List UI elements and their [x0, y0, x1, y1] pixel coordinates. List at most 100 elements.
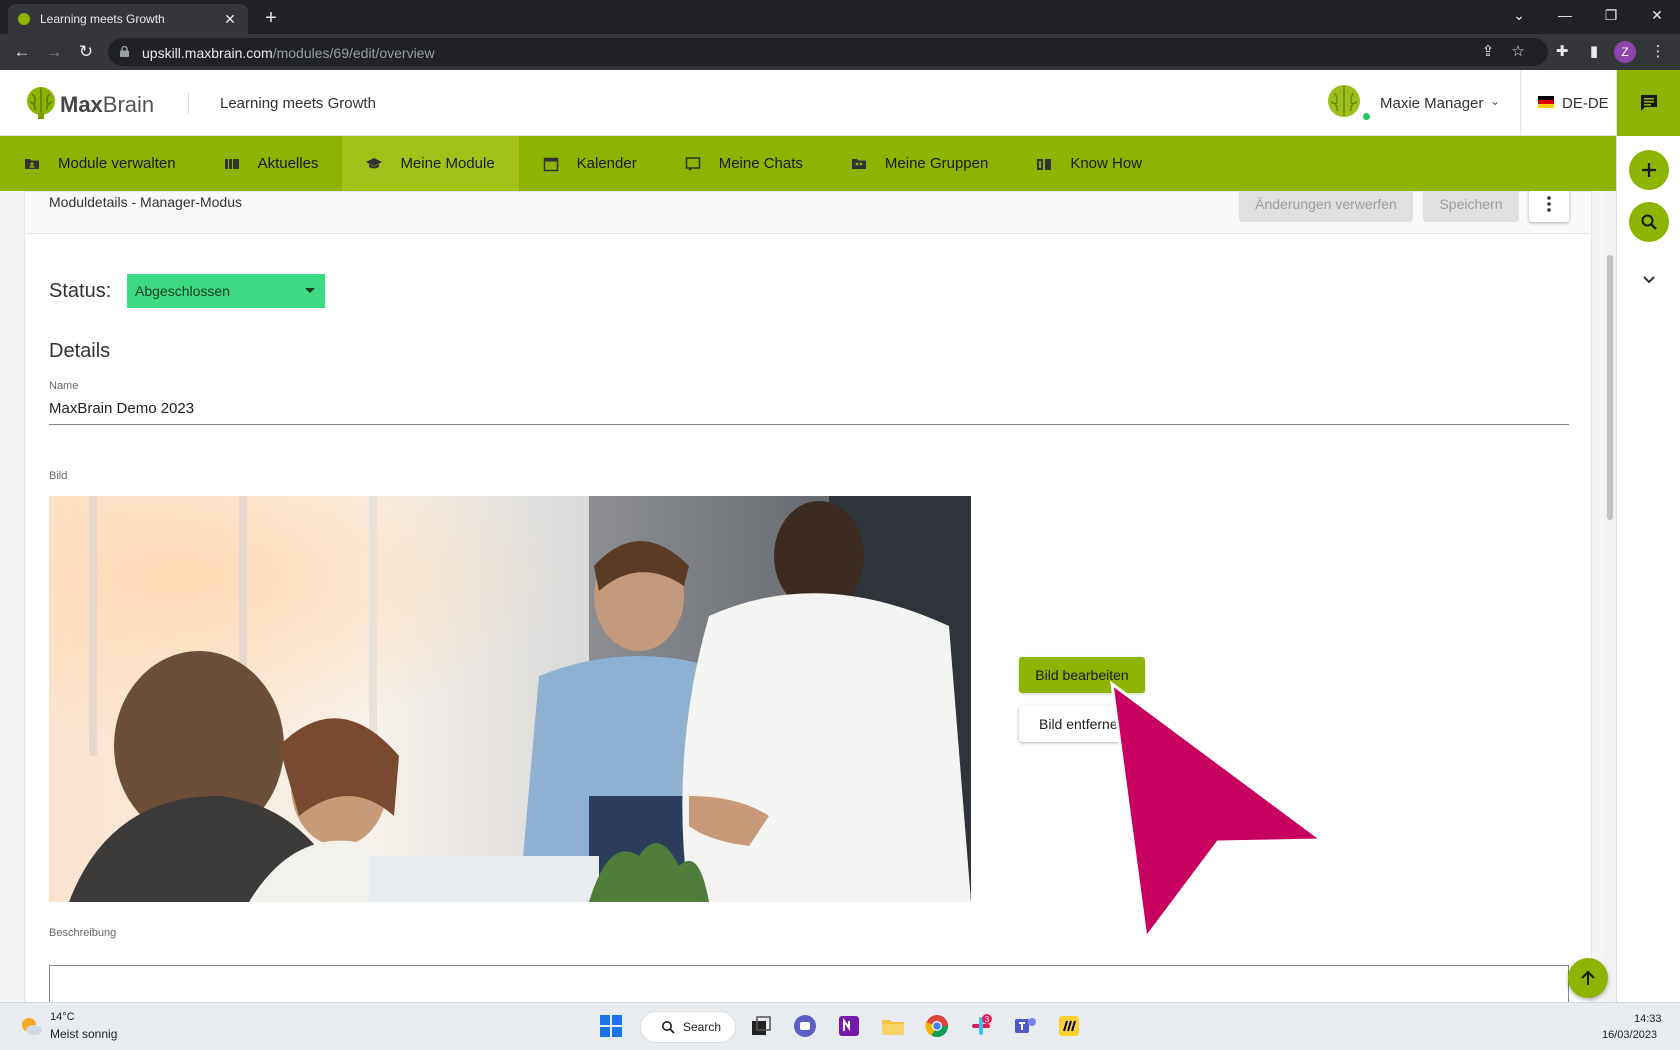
header-divider — [188, 92, 189, 114]
page-scrollbar-thumb[interactable] — [1607, 255, 1613, 520]
windows-taskbar: 14°C Meist sonnig Search 3 14:33 16/03/2… — [0, 1002, 1680, 1050]
share-icon[interactable]: ⇪ — [1478, 42, 1498, 62]
lock-icon — [120, 46, 129, 57]
chat-bubble-icon — [1641, 95, 1657, 111]
file-explorer-icon[interactable] — [880, 1013, 906, 1039]
reload-icon[interactable]: ↻ — [74, 40, 98, 64]
teams-chat-icon[interactable] — [792, 1013, 818, 1039]
nav-item-label: Meine Module — [400, 155, 495, 172]
close-tab-icon[interactable]: ✕ — [222, 11, 238, 28]
weather-description: Meist sonnig — [50, 1027, 118, 1041]
module-cover-image — [49, 496, 971, 902]
slack-icon[interactable]: 3 — [968, 1013, 994, 1039]
chevron-down-icon[interactable] — [1639, 270, 1659, 290]
scroll-to-top-button[interactable] — [1568, 958, 1608, 998]
status-value: Abgeschlossen — [135, 283, 230, 299]
language-selector[interactable]: DE-DE — [1562, 95, 1609, 112]
onenote-icon[interactable] — [836, 1013, 862, 1039]
image-field-label: Bild — [49, 470, 68, 482]
newspaper-icon — [224, 158, 239, 169]
main-navigation: Module verwalten Aktuelles Meine Module … — [0, 136, 1616, 191]
user-avatar[interactable] — [1326, 84, 1362, 122]
logo-text: MaxBrain — [60, 92, 155, 117]
browser-menu-icon[interactable]: ⋮ — [1648, 42, 1668, 62]
card-title: Moduldetails - Manager-Modus — [49, 194, 242, 210]
nav-item-module-verwalten[interactable]: Module verwalten — [0, 136, 200, 191]
nav-item-meine-gruppen[interactable]: Meine Gruppen — [827, 136, 1012, 191]
name-input-underline — [49, 424, 1569, 425]
module-details-card: Moduldetails - Manager-Modus Änderungen … — [24, 191, 1592, 1002]
nav-item-label: Meine Chats — [718, 155, 803, 172]
tab-search-icon[interactable]: ⌄ — [1496, 0, 1542, 30]
language-divider — [1520, 70, 1521, 136]
card-header: Moduldetails - Manager-Modus Änderungen … — [25, 191, 1591, 234]
tab-title: Learning meets Growth — [40, 12, 165, 26]
chat-toggle-button[interactable] — [1617, 70, 1680, 136]
forward-icon[interactable]: → — [42, 40, 66, 64]
description-field-label: Beschreibung — [49, 927, 117, 939]
browser-tab[interactable]: Learning meets Growth ✕ — [8, 4, 248, 34]
name-input[interactable]: MaxBrain Demo 2023 — [49, 400, 194, 417]
nav-item-label: Know How — [1070, 155, 1143, 172]
right-rail — [1616, 70, 1680, 1002]
more-vertical-icon — [1547, 196, 1551, 212]
nav-item-meine-chats[interactable]: Meine Chats — [661, 136, 827, 191]
nav-item-label: Aktuelles — [257, 155, 319, 172]
back-icon[interactable]: ← — [10, 40, 34, 64]
description-editor[interactable] — [49, 965, 1569, 1002]
side-panel-icon[interactable]: ▮ — [1584, 42, 1604, 62]
browser-tabstrip: Learning meets Growth ✕ + ⌄ — ❐ ✕ — [0, 0, 1680, 34]
nav-item-label: Meine Gruppen — [884, 155, 989, 172]
address-bar[interactable]: upskill.maxbrain.com/modules/69/edit/ove… — [108, 38, 1548, 66]
add-button[interactable] — [1629, 150, 1669, 190]
teams-icon[interactable] — [1012, 1013, 1038, 1039]
book-icon — [1037, 158, 1052, 170]
minimize-icon[interactable]: — — [1542, 0, 1588, 30]
nav-item-know-how[interactable]: Know How — [1012, 136, 1166, 191]
search-button[interactable] — [1629, 202, 1669, 242]
status-dropdown[interactable]: Abgeschlossen — [127, 274, 325, 308]
plus-icon — [1642, 163, 1656, 177]
more-options-button[interactable] — [1529, 191, 1569, 222]
favicon-icon — [18, 13, 30, 25]
brain-logo-icon[interactable] — [26, 86, 56, 120]
nav-item-meine-module[interactable]: Meine Module — [342, 136, 519, 191]
search-label: Search — [683, 1020, 722, 1034]
folder-person-icon — [25, 158, 39, 169]
browser-toolbar: ← → ↻ upskill.maxbrain.com/modules/69/ed… — [0, 34, 1680, 70]
chat-icon — [685, 156, 700, 171]
clock-date: 16/03/2023 — [1602, 1029, 1658, 1041]
arrow-up-icon — [1581, 970, 1595, 985]
name-field-label: Name — [49, 380, 79, 392]
bookmark-star-icon[interactable]: ☆ — [1508, 42, 1528, 62]
main-content: Moduldetails - Manager-Modus Änderungen … — [0, 191, 1616, 1002]
restore-icon[interactable]: ❐ — [1588, 0, 1634, 30]
taskbar-search[interactable]: Search — [640, 1011, 736, 1043]
graduation-cap-icon — [366, 157, 383, 168]
nav-item-label: Kalender — [576, 155, 637, 172]
calendar-icon — [543, 157, 558, 171]
german-flag-icon — [1538, 96, 1554, 108]
slack-badge-count: 3 — [985, 1015, 990, 1024]
miro-icon[interactable] — [1056, 1013, 1082, 1039]
url-text: upskill.maxbrain.com/modules/69/edit/ove… — [142, 45, 435, 61]
chrome-icon[interactable] — [924, 1013, 950, 1039]
search-icon — [662, 1021, 675, 1034]
close-window-icon[interactable]: ✕ — [1634, 0, 1680, 30]
task-view-icon[interactable] — [748, 1013, 774, 1039]
nav-item-aktuelles[interactable]: Aktuelles — [200, 136, 343, 191]
save-button[interactable]: Speichern — [1423, 191, 1519, 222]
chevron-down-icon[interactable]: ⌄ — [1490, 94, 1500, 108]
windows-start-icon[interactable] — [598, 1013, 624, 1039]
weather-sun-icon[interactable] — [18, 1013, 44, 1039]
extensions-icon[interactable]: ✚ — [1552, 42, 1572, 62]
profile-avatar[interactable]: Z — [1614, 41, 1636, 63]
section-title-details: Details — [49, 340, 111, 362]
discard-changes-button[interactable]: Änderungen verwerfen — [1239, 191, 1413, 222]
user-menu-name[interactable]: Maxie Manager — [1380, 95, 1483, 112]
group-icon — [851, 158, 866, 169]
status-label: Status: — [49, 280, 112, 302]
nav-item-kalender[interactable]: Kalender — [519, 136, 661, 191]
search-icon — [1641, 214, 1657, 230]
new-tab-icon[interactable]: + — [258, 6, 284, 32]
